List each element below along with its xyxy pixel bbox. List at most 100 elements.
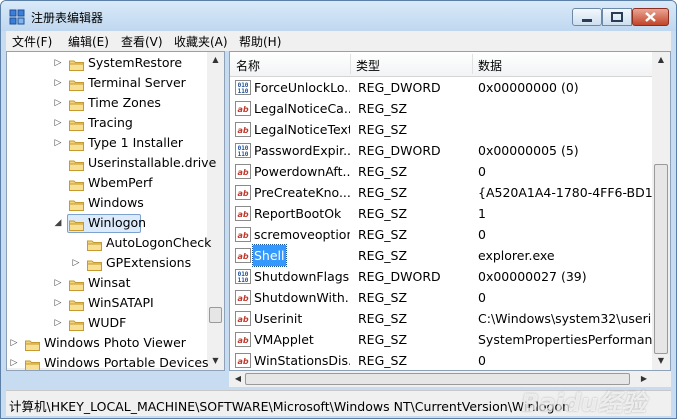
tree-item[interactable]: ▷ WinSATAPI — [55, 293, 207, 313]
scroll-right-arrow-icon[interactable]: ▶ — [639, 374, 649, 383]
tree-item[interactable]: ▷ Tracing — [55, 113, 207, 133]
tree-item-label: Windows Portable Devices — [44, 355, 209, 370]
tree-item-label: Windows — [88, 195, 144, 210]
menu-view[interactable]: 查看(V) — [121, 33, 163, 50]
tree-item-label: WinSATAPI — [88, 295, 154, 310]
scroll-up-arrow-icon[interactable]: ▲ — [207, 55, 224, 64]
column-separator[interactable] — [350, 54, 351, 74]
expand-arrow-icon[interactable]: ▷ — [9, 353, 19, 370]
tree-item[interactable]: ◢ Winlogon — [55, 213, 207, 233]
value-row[interactable]: ab LegalNoticeCa... REG_SZ — [230, 98, 652, 119]
scroll-down-arrow-icon[interactable]: ▼ — [207, 356, 224, 365]
svg-text:ab: ab — [237, 105, 248, 114]
tree-item[interactable]: Windows — [55, 193, 207, 213]
tree-item[interactable]: ▷ Winsat — [55, 273, 207, 293]
value-data: explorer.exe — [478, 248, 555, 263]
svg-text:110: 110 — [238, 88, 249, 95]
expand-arrow-icon[interactable]: ▷ — [9, 333, 19, 353]
expand-arrow-icon[interactable]: ▷ — [53, 313, 63, 333]
tree-item[interactable]: ▷ Time Zones — [55, 93, 207, 113]
tree-item[interactable]: ▷ Terminal Server — [55, 73, 207, 93]
dword-value-icon: 010 110 — [235, 143, 251, 158]
value-name: Shell — [252, 244, 287, 267]
expand-arrow-icon[interactable]: ▷ — [71, 253, 81, 273]
tree-item[interactable]: ▷ Type 1 Installer — [55, 133, 207, 153]
expand-arrow-icon[interactable]: ▷ — [53, 93, 63, 113]
scroll-up-arrow-icon[interactable]: ▲ — [652, 55, 670, 64]
list-scroll-thumb[interactable] — [654, 164, 668, 354]
current-key-path: 计算机\HKEY_LOCAL_MACHINE\SOFTWARE\Microsof… — [9, 399, 571, 414]
expand-arrow-icon[interactable]: ▷ — [53, 133, 63, 153]
minimize-button[interactable] — [572, 8, 602, 26]
string-value-icon: ab — [235, 248, 251, 263]
close-button[interactable] — [632, 8, 669, 26]
value-row[interactable]: ab LegalNoticeText REG_SZ — [230, 119, 652, 140]
svg-text:110: 110 — [238, 277, 249, 284]
scroll-left-arrow-icon[interactable]: ◀ — [233, 374, 243, 383]
tree-item[interactable]: ▷ GPExtensions — [73, 253, 207, 273]
value-type: REG_SZ — [358, 248, 408, 263]
menu-help[interactable]: 帮助(H) — [239, 33, 281, 50]
value-name: PreCreateKno... — [254, 185, 350, 200]
dword-value-icon: 010 110 — [235, 269, 251, 284]
column-separator[interactable] — [472, 54, 473, 74]
value-row[interactable]: 010 110 PasswordExpir... REG_DWORD 0x0000000… — [230, 140, 652, 161]
value-row[interactable]: 010 110 ShutdownFlags REG_DWORD 0x00000027 (… — [230, 266, 652, 287]
folder-icon — [25, 337, 40, 351]
tree-item[interactable]: WbemPerf — [55, 173, 207, 193]
value-row[interactable]: ab VMApplet REG_SZ SystemPropertiesPerforma… — [230, 329, 652, 350]
registry-editor-window: 注册表编辑器 文件(F) 编辑(E) 查看(V) 收藏夹(A) 帮助(H) ▲ … — [0, 0, 677, 419]
string-value-icon: ab — [235, 290, 251, 305]
value-name: ShutdownWith... — [254, 290, 350, 305]
value-row[interactable]: ab ShutdownWith... REG_SZ 0 — [230, 287, 652, 308]
tree-item-label: WbemPerf — [88, 175, 153, 190]
tree-item-label: WUDF — [88, 315, 127, 330]
tree-item[interactable]: ▷ WUDF — [55, 313, 207, 333]
expand-arrow-icon[interactable]: ▷ — [53, 53, 63, 73]
tree-item[interactable]: Userinstallable.drive — [55, 153, 216, 173]
value-row[interactable]: ab PowerdownAft... REG_SZ 0 — [230, 161, 652, 182]
column-header-name[interactable]: 名称 — [236, 57, 260, 74]
registry-key-tree: ▲ ▼ ▷ SystemRestore ▷ Terminal Server ▷ Time … — [6, 51, 225, 371]
value-row[interactable]: ab PreCreateKno... REG_SZ {A520A1A4-1780-4F… — [230, 182, 652, 203]
tree-item-label: Tracing — [88, 115, 133, 130]
watermark-text: Baidu经验 — [521, 389, 646, 417]
svg-text:ab: ab — [237, 210, 248, 219]
svg-text:ab: ab — [237, 231, 248, 240]
column-header-data[interactable]: 数据 — [478, 57, 502, 74]
title-bar[interactable]: 注册表编辑器 — [1, 1, 676, 31]
collapse-arrow-icon[interactable]: ◢ — [53, 213, 63, 233]
expand-arrow-icon[interactable]: ▷ — [53, 273, 63, 293]
expand-arrow-icon[interactable]: ▷ — [53, 293, 63, 313]
tree-scroll-thumb[interactable] — [209, 307, 222, 323]
folder-icon — [69, 317, 84, 331]
tree-item[interactable]: ▷ Windows Photo Viewer — [11, 333, 207, 353]
tree-item[interactable]: ▷ SystemRestore — [55, 53, 207, 73]
value-data: {A520A1A4-1780-4FF6-BD18-1 — [478, 185, 652, 200]
svg-text:ab: ab — [237, 252, 248, 261]
value-row[interactable]: 010 110 ForceUnlockLo... REG_DWORD 0x0000000… — [230, 77, 652, 98]
value-type: REG_SZ — [358, 353, 408, 368]
value-type: REG_SZ — [358, 227, 408, 242]
value-row[interactable]: ab ReportBootOk REG_SZ 1 — [230, 203, 652, 224]
value-data: 0x00000000 (0) — [478, 80, 579, 95]
value-row[interactable]: ab WinStationsDis... REG_SZ 0 — [230, 350, 652, 370]
maximize-button[interactable] — [602, 8, 632, 26]
tree-item[interactable]: AutoLogonCheck — [73, 233, 211, 253]
menu-favorites[interactable]: 收藏夹(A) — [174, 33, 228, 50]
expand-arrow-icon[interactable]: ▷ — [53, 113, 63, 133]
value-row[interactable]: ab Shell REG_SZ explorer.exe — [230, 244, 652, 267]
tree-item[interactable]: ▷ Windows Portable Devices — [9, 353, 209, 370]
value-name: ForceUnlockLo... — [254, 80, 350, 95]
maximize-icon — [611, 12, 623, 22]
menu-edit[interactable]: 编辑(E) — [68, 33, 109, 50]
expand-arrow-icon[interactable]: ▷ — [53, 73, 63, 93]
value-row[interactable]: ab Userinit REG_SZ C:\Windows\system32\user… — [230, 308, 652, 329]
tree-vertical-scrollbar[interactable]: ▲ ▼ — [207, 52, 224, 370]
menu-file[interactable]: 文件(F) — [12, 33, 52, 50]
value-row[interactable]: ab scremoveoption REG_SZ 0 — [230, 224, 652, 245]
value-type: REG_SZ — [358, 122, 408, 137]
scroll-down-arrow-icon[interactable]: ▼ — [652, 356, 670, 365]
list-vertical-scrollbar[interactable]: ▲ ▼ — [652, 52, 670, 370]
column-header-type[interactable]: 类型 — [356, 57, 380, 74]
